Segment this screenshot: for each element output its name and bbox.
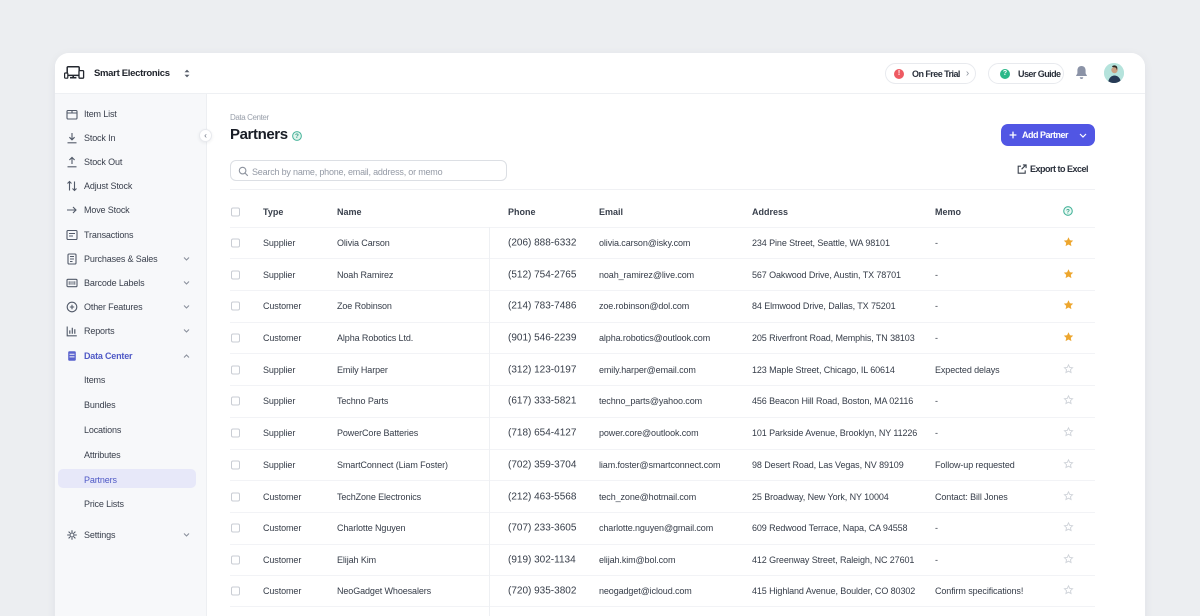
svg-text:?: ? (295, 133, 299, 140)
svg-text:?: ? (1066, 208, 1070, 215)
